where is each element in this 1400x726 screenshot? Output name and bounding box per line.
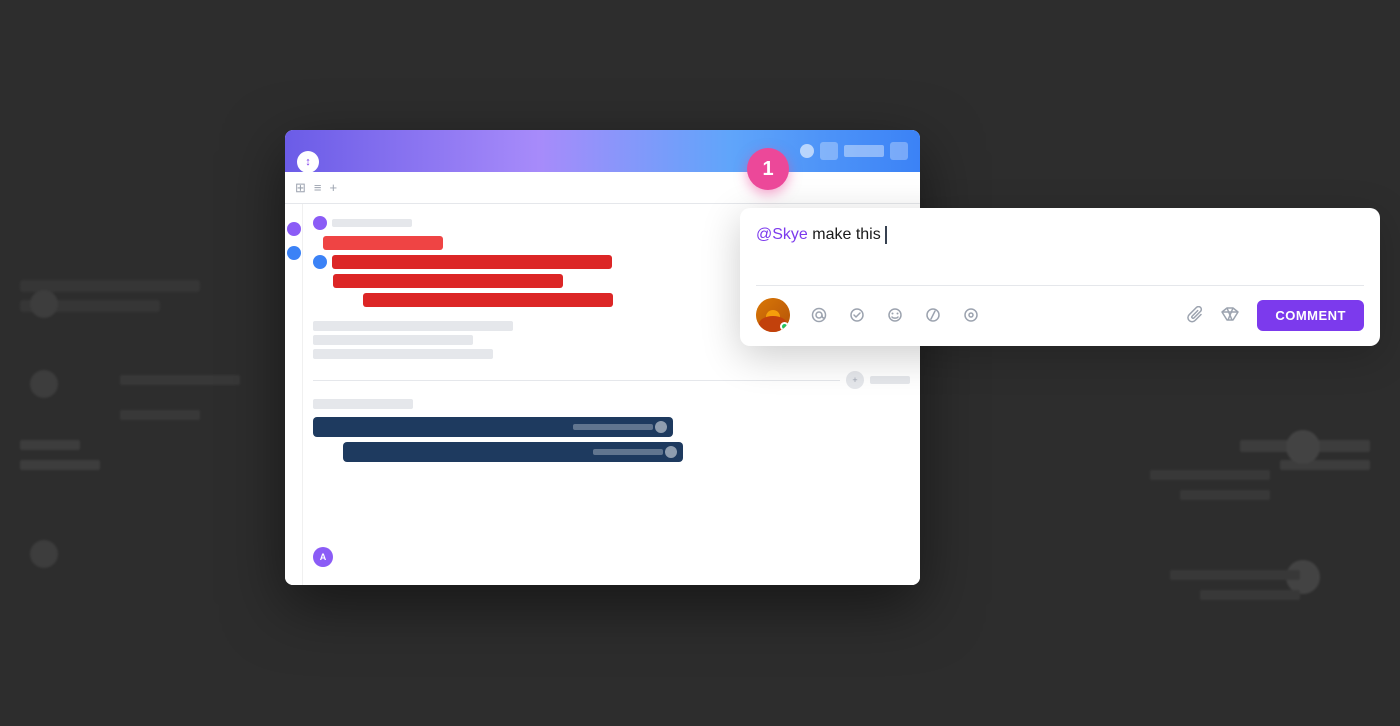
blue-bar-2 <box>343 442 683 462</box>
comment-button[interactable]: COMMENT <box>1257 300 1364 331</box>
red-bar-3 <box>333 274 563 288</box>
grid-icon: ⊞ <box>295 180 306 196</box>
sidebar-dot-purple <box>287 222 301 236</box>
header-bar <box>844 145 884 157</box>
online-indicator <box>780 322 789 331</box>
text-cursor <box>885 226 887 244</box>
blue-bar-1 <box>313 417 673 437</box>
app-toolbar: ⊞ ≡ + <box>285 172 920 204</box>
comment-body-text: make this <box>808 226 885 243</box>
app-screenshot: ⊞ ≡ + <box>285 130 920 585</box>
notification-badge: 1 <box>747 148 789 190</box>
app-logo: ↕ <box>297 151 319 173</box>
separator-row: + <box>313 371 910 389</box>
target-button[interactable] <box>954 298 988 332</box>
red-bar-4 <box>363 293 613 307</box>
attach-button[interactable] <box>1181 300 1211 330</box>
sidebar-dot-blue <box>287 246 301 260</box>
task-button[interactable] <box>840 298 874 332</box>
comment-popup[interactable]: @Skye make this <box>740 208 1380 346</box>
red-bar-1 <box>323 236 443 250</box>
list-icon: ≡ <box>314 180 322 195</box>
mention-text: @Skye <box>756 226 808 243</box>
plus-icon: + <box>330 180 338 195</box>
app-header <box>285 130 920 172</box>
menu-icon <box>890 142 908 160</box>
bell-icon <box>800 144 814 158</box>
emoji-button[interactable] <box>878 298 912 332</box>
search-icon <box>820 142 838 160</box>
comment-toolbar: COMMENT <box>756 298 1364 332</box>
comment-text-area[interactable]: @Skye make this <box>756 226 1364 286</box>
mention-button[interactable] <box>802 298 836 332</box>
bottom-avatar: A <box>313 547 333 567</box>
red-bar-2 <box>332 255 612 269</box>
commenter-avatar <box>756 298 790 332</box>
badge-number: 1 <box>762 158 773 181</box>
app-sidebar <box>285 204 303 585</box>
blue-task-group <box>313 399 910 462</box>
format-button[interactable] <box>916 298 950 332</box>
drive-button[interactable] <box>1215 300 1245 330</box>
